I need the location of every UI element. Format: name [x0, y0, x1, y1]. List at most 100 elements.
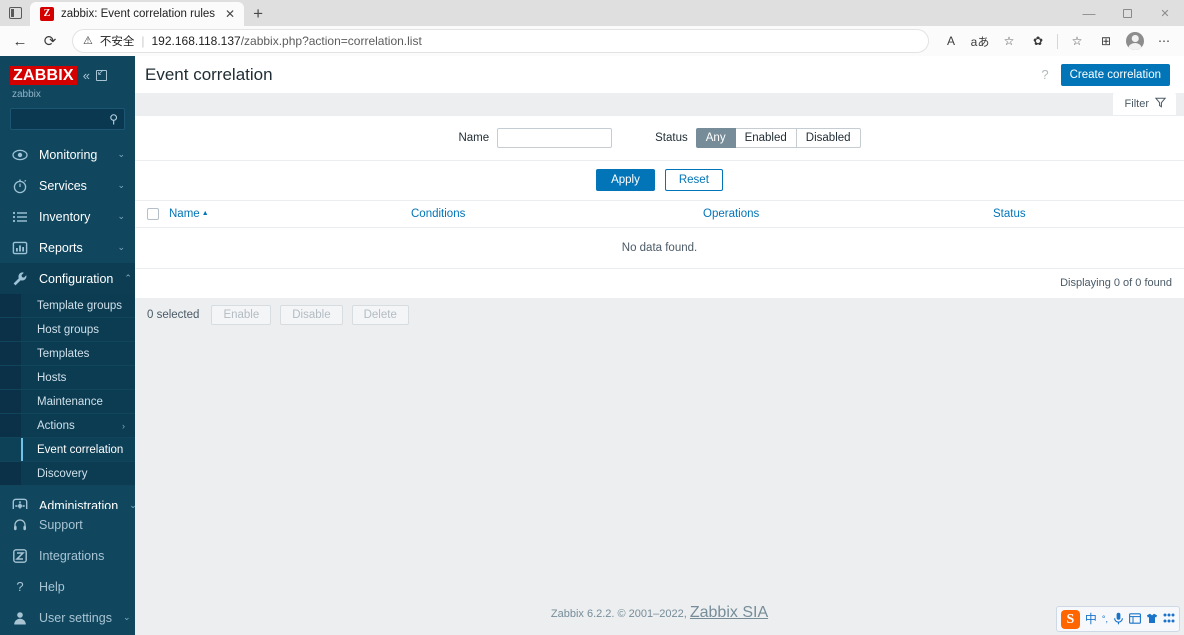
create-correlation-button[interactable]: Create correlation: [1060, 63, 1170, 86]
sidebar-item-reports[interactable]: Reports ⌄: [0, 232, 135, 263]
sidebar-subitem-template-groups[interactable]: Template groups: [0, 294, 135, 318]
settings-more-icon[interactable]: ⋯: [1150, 28, 1178, 54]
filter-tab[interactable]: Filter: [1112, 93, 1176, 115]
punctuation-icon[interactable]: °,: [1102, 614, 1108, 624]
status-filter-radioset: Any Enabled Disabled: [695, 128, 861, 148]
sidebar-item-user-settings[interactable]: User settings ⌄: [0, 602, 135, 633]
name-filter-input[interactable]: [497, 128, 613, 148]
column-header-conditions[interactable]: Conditions: [405, 200, 697, 228]
sidebar-item-inventory[interactable]: Inventory ⌄: [0, 201, 135, 232]
avatar: [1126, 32, 1144, 50]
column-header-status[interactable]: Status: [987, 200, 1184, 228]
voice-input-icon[interactable]: [1113, 612, 1124, 627]
page-footer: Zabbix 6.2.2. © 2001–2022, Zabbix SIA: [135, 595, 1184, 635]
question-icon: ?: [16, 579, 24, 594]
sidebar-item-label: Reports: [39, 240, 83, 255]
browser-window: Z zabbix: Event correlation rules ✕ + — …: [0, 0, 1184, 635]
window-controls: — ✕: [1070, 0, 1184, 26]
column-label: Conditions: [411, 208, 466, 220]
toolbox-icon[interactable]: [1163, 613, 1175, 626]
chevron-down-icon: ⌄: [117, 180, 125, 190]
sidebar-subitem-actions[interactable]: Actions ›: [0, 414, 135, 438]
status-option-any[interactable]: Any: [695, 128, 736, 148]
sidebar-search-input[interactable]: ⚲: [10, 108, 125, 130]
reset-button[interactable]: Reset: [664, 169, 723, 191]
read-aloud-icon[interactable]: A: [937, 28, 965, 54]
browser-tabstrip: Z zabbix: Event correlation rules ✕ + — …: [0, 0, 1184, 26]
sidebar-subitem-hosts[interactable]: Hosts: [0, 366, 135, 390]
status-option-enabled[interactable]: Enabled: [735, 128, 797, 148]
filter-tabstrip: Filter: [135, 93, 1184, 115]
sidebar-subitem-label: Maintenance: [37, 395, 103, 408]
maximize-button[interactable]: [1108, 0, 1146, 26]
sidebar-item-help[interactable]: ? Help: [0, 571, 135, 602]
column-header-name[interactable]: Name ▲: [163, 200, 405, 228]
not-secure-label: 不安全: [99, 36, 135, 48]
status-option-disabled[interactable]: Disabled: [796, 128, 861, 148]
keyboard-icon[interactable]: [1129, 612, 1141, 626]
page-viewport: ZABBIX « zabbix ⚲ Monitoring ⌄: [0, 56, 1184, 635]
sidebar-item-label: Help: [39, 579, 65, 594]
sidebar-item-services[interactable]: Services ⌄: [0, 170, 135, 201]
sidebar-item-monitoring[interactable]: Monitoring ⌄: [0, 139, 135, 170]
sidebar-subitem-event-correlation[interactable]: Event correlation: [0, 438, 135, 462]
zabbix-logo: ZABBIX: [10, 66, 77, 85]
sidebar-subitem-maintenance[interactable]: Maintenance: [0, 390, 135, 414]
select-all-checkbox[interactable]: [147, 208, 159, 220]
skin-icon[interactable]: [1146, 613, 1158, 626]
column-header-operations[interactable]: Operations: [697, 200, 987, 228]
chevron-down-icon: ⌄: [117, 149, 125, 159]
filter-panel: Name Status Any Enabled Disabled Apply R…: [135, 115, 1184, 200]
new-tab-button[interactable]: +: [244, 2, 272, 26]
url-path: /zabbix.php?action=correlation.list: [240, 34, 422, 48]
collections-icon[interactable]: ⊞: [1092, 28, 1120, 54]
browser-essentials-icon[interactable]: ✿: [1024, 28, 1052, 54]
chevron-up-icon: ⌃: [124, 273, 132, 283]
sidebar-item-administration[interactable]: Administration ⌄: [0, 490, 135, 509]
close-window-button[interactable]: ✕: [1146, 0, 1184, 26]
sidebar-item-configuration[interactable]: Configuration ⌃: [0, 263, 135, 294]
sidebar-subitem-label: Event correlation: [37, 443, 124, 456]
search-icon: ⚲: [109, 112, 118, 126]
favorites-icon[interactable]: ☆: [1063, 28, 1091, 54]
tab-close-icon[interactable]: ✕: [222, 6, 238, 22]
disable-button[interactable]: Disable: [280, 305, 343, 325]
sogou-logo-icon[interactable]: S: [1060, 609, 1080, 629]
help-icon[interactable]: ?: [1041, 67, 1048, 82]
wrench-icon: [12, 271, 28, 287]
sidebar-collapse-button[interactable]: «: [83, 66, 90, 85]
translate-icon[interactable]: aあ: [966, 28, 994, 54]
list-icon: [12, 209, 28, 225]
url-bar[interactable]: ⚠ 不安全 | 192.168.118.137/zabbix.php?actio…: [72, 29, 929, 53]
selected-count: 0 selected: [147, 309, 200, 321]
enable-button[interactable]: Enable: [211, 305, 272, 325]
add-favorite-icon[interactable]: ☆: [995, 28, 1023, 54]
tab-actions-button[interactable]: [0, 0, 30, 26]
server-name-label: zabbix: [12, 89, 41, 100]
sidebar-subitem-discovery[interactable]: Discovery: [0, 462, 135, 486]
zabbix-sia-link[interactable]: Zabbix SIA: [690, 604, 768, 621]
sidebar-subitem-label: Hosts: [37, 371, 67, 384]
sidebar-item-label: Services: [39, 178, 87, 193]
displaying-count: Displaying 0 of 0 found: [1060, 277, 1172, 289]
url-text: 192.168.118.137/zabbix.php?action=correl…: [152, 34, 422, 48]
sidebar-item-label: Integrations: [39, 548, 105, 563]
refresh-button[interactable]: ⟳: [36, 28, 64, 54]
sidebar-compact-icon[interactable]: [96, 67, 107, 81]
sidebar-subitem-host-groups[interactable]: Host groups: [0, 318, 135, 342]
sidebar-subitem-templates[interactable]: Templates: [0, 342, 135, 366]
page-title: Event correlation: [145, 64, 273, 84]
apply-button[interactable]: Apply: [596, 169, 655, 191]
sidebar: ZABBIX « zabbix ⚲ Monitoring ⌄: [0, 56, 135, 635]
main-content: Event correlation ? Create correlation F…: [135, 56, 1184, 635]
maximize-icon: [1122, 8, 1132, 18]
back-button[interactable]: ←: [6, 28, 34, 54]
browser-tab[interactable]: Z zabbix: Event correlation rules ✕: [30, 2, 245, 26]
profile-icon[interactable]: [1121, 28, 1149, 54]
table-body: No data found. Displaying 0 of 0 found: [135, 227, 1184, 299]
chinese-mode-icon[interactable]: 中: [1085, 613, 1097, 625]
delete-button[interactable]: Delete: [351, 305, 409, 325]
sidebar-item-support[interactable]: Support: [0, 509, 135, 540]
sidebar-item-integrations[interactable]: Integrations: [0, 540, 135, 571]
minimize-button[interactable]: —: [1070, 0, 1108, 26]
